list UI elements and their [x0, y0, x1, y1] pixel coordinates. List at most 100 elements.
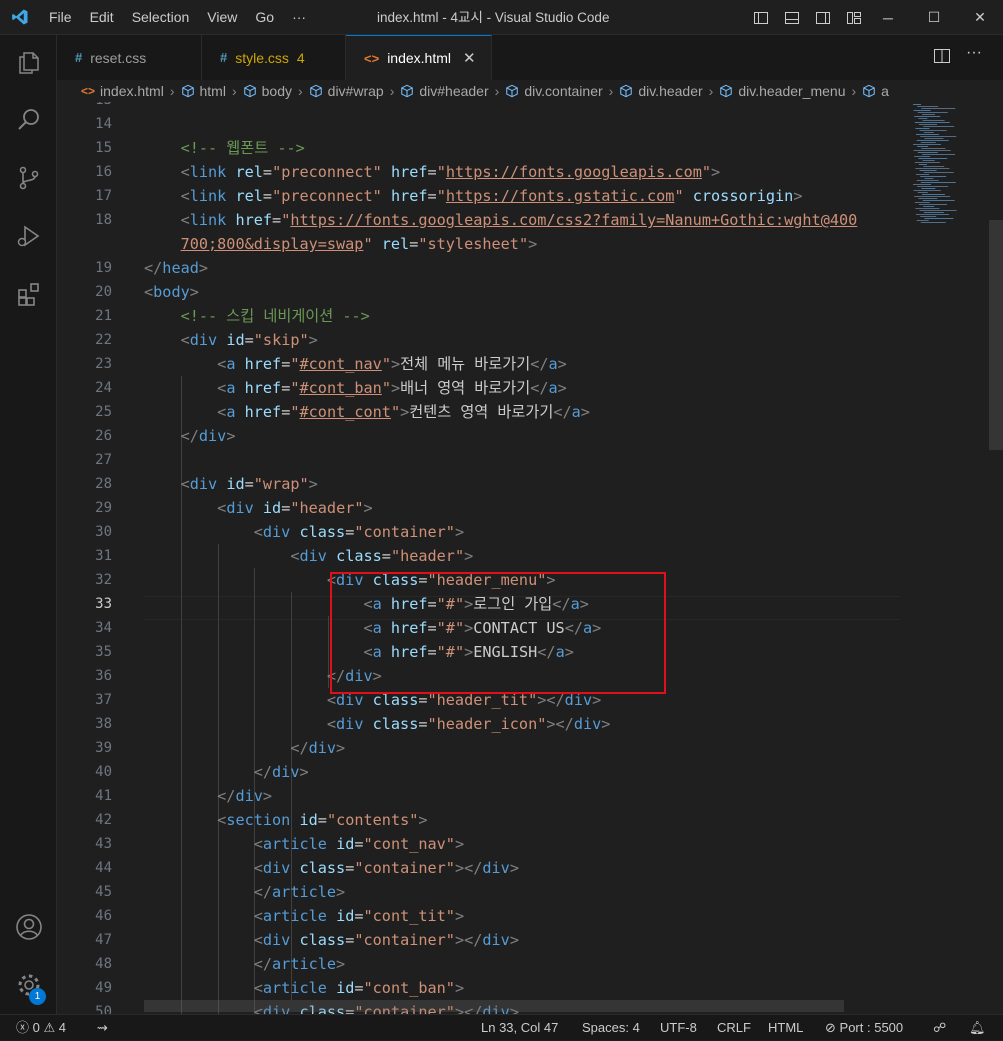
- problem-count-badge: 4: [296, 49, 305, 66]
- tab-label: style.css: [235, 49, 289, 66]
- code-line: </div>: [253, 763, 309, 781]
- code-line: <div id="skip">: [180, 331, 318, 349]
- breadcrumb-label: div.header: [638, 83, 703, 99]
- breadcrumb-label: div.header_menu: [738, 83, 846, 99]
- toggle-primary-sidebar-icon[interactable]: [745, 10, 776, 26]
- encoding[interactable]: UTF-8: [660, 1015, 697, 1041]
- explorer-icon[interactable]: [0, 39, 57, 87]
- code-line: </article>: [253, 883, 346, 901]
- code-line: <link href="https://fonts.googleapis.com…: [180, 211, 858, 229]
- breadcrumb-item[interactable]: › html: [164, 83, 226, 99]
- run-debug-icon[interactable]: [0, 212, 57, 260]
- element-cube-icon: [719, 84, 733, 98]
- line-number: 39: [95, 740, 112, 756]
- line-number: 15: [95, 140, 112, 156]
- breadcrumb-item[interactable]: › div#wrap: [292, 83, 384, 99]
- more-actions-icon[interactable]: ···: [966, 44, 982, 62]
- line-number: 35: [95, 644, 112, 660]
- code-line: </article>: [253, 955, 346, 973]
- toggle-secondary-sidebar-icon[interactable]: [807, 10, 838, 26]
- cursor-position[interactable]: Ln 33, Col 47: [481, 1015, 558, 1041]
- line-number: 13: [57, 102, 112, 112]
- menu-bar: File Edit Selection View Go ···: [40, 0, 315, 35]
- menu-item-more[interactable]: ···: [283, 0, 315, 35]
- code-line: <a href="#cont_cont">컨텐츠 영역 바로가기</a>: [217, 403, 590, 421]
- source-control-icon[interactable]: [0, 154, 57, 202]
- code-line: </div>: [290, 739, 346, 757]
- breadcrumb-label: div#wrap: [327, 83, 384, 99]
- chevron-right-icon: ›: [297, 83, 303, 99]
- breadcrumb-item[interactable]: › a: [846, 83, 889, 99]
- line-number: 16: [95, 164, 112, 180]
- code-line: <body>: [144, 283, 199, 301]
- notifications-bell-icon[interactable]: 🔔︎: [969, 1015, 986, 1041]
- warning-count: 4: [58, 1020, 67, 1035]
- close-icon[interactable]: ✕: [463, 49, 476, 67]
- indentation[interactable]: Spaces: 4: [582, 1015, 640, 1041]
- element-cube-icon: [862, 84, 876, 98]
- breadcrumb-item[interactable]: <> index.html: [81, 83, 164, 99]
- chevron-right-icon: ›: [169, 83, 175, 99]
- breadcrumb-item[interactable]: › div.header_menu: [703, 83, 846, 99]
- line-number: 41: [95, 788, 112, 804]
- live-server-port[interactable]: ⊘ Port : 5500: [825, 1015, 903, 1041]
- line-number: 46: [95, 908, 112, 924]
- vertical-scrollbar[interactable]: [989, 220, 1003, 450]
- code-line: <div id="wrap">: [180, 475, 318, 493]
- line-number: 45: [95, 884, 112, 900]
- element-cube-icon: [243, 84, 257, 98]
- line-number: 49: [95, 980, 112, 996]
- menu-item-selection[interactable]: Selection: [123, 0, 199, 35]
- line-number: 38: [95, 716, 112, 732]
- line-number: 25: [95, 404, 112, 420]
- tab-label: index.html: [387, 50, 451, 66]
- breadcrumb-label: div.container: [524, 83, 603, 99]
- problems-indicator[interactable]: ⓧ 0 ⚠ 4: [16, 1015, 66, 1041]
- code-line: <div class="container">: [253, 523, 465, 541]
- code-line: <div class="container"></div>: [253, 859, 519, 877]
- language-mode[interactable]: HTML: [768, 1015, 803, 1041]
- tab-reset-css[interactable]: # reset.css: [57, 35, 202, 80]
- search-icon[interactable]: [0, 96, 57, 144]
- line-number: 21: [95, 308, 112, 324]
- maximize-icon[interactable]: ☐: [911, 0, 957, 35]
- toggle-panel-icon[interactable]: [776, 10, 807, 26]
- split-editor-icon[interactable]: [933, 47, 951, 70]
- menu-item-file[interactable]: File: [40, 0, 81, 35]
- breadcrumb-item[interactable]: › div.header: [603, 83, 703, 99]
- horizontal-scrollbar[interactable]: [144, 1000, 844, 1012]
- line-number: 28: [95, 476, 112, 492]
- breadcrumb-item[interactable]: › body: [226, 83, 292, 99]
- code-editor[interactable]: 13 14 15 16 17 18 19 20 21 22 23 24 25 26 27 28 29 30 31 32…: [57, 102, 1003, 1014]
- menu-item-edit[interactable]: Edit: [81, 0, 123, 35]
- accounts-icon[interactable]: [0, 903, 57, 951]
- breadcrumb-label: a: [881, 83, 889, 99]
- manage-gear-icon[interactable]: 1: [0, 961, 57, 1009]
- breadcrumb: <> index.html › html › body › div#wrap › div#head…: [57, 80, 1003, 102]
- error-icon: ⓧ: [16, 1020, 30, 1035]
- menu-item-go[interactable]: Go: [246, 0, 283, 35]
- extensions-icon[interactable]: [0, 270, 57, 318]
- line-number: 30: [95, 524, 112, 540]
- line-number: 22: [95, 332, 112, 348]
- notification-badge: 1: [29, 988, 46, 1005]
- code-line: <div id="header">: [217, 499, 373, 517]
- line-number: 23: [95, 356, 112, 372]
- minimap[interactable]: [909, 102, 989, 242]
- breadcrumb-item[interactable]: › div.container: [489, 83, 603, 99]
- menu-item-view[interactable]: View: [198, 0, 246, 35]
- live-share-icon[interactable]: ⇝: [97, 1015, 108, 1041]
- line-number: 43: [95, 836, 112, 852]
- end-of-line[interactable]: CRLF: [717, 1015, 751, 1041]
- element-cube-icon: [400, 84, 414, 98]
- breadcrumb-item[interactable]: › div#header: [384, 83, 489, 99]
- highlight-annotation-box: [330, 572, 666, 694]
- element-cube-icon: [505, 84, 519, 98]
- feedback-icon[interactable]: ☍: [933, 1015, 946, 1041]
- tab-index-html[interactable]: <> index.html ✕: [346, 35, 492, 80]
- close-window-icon[interactable]: ✕: [957, 0, 1003, 35]
- tab-style-css[interactable]: # style.css 4: [202, 35, 346, 80]
- code-line: <div class="header">: [290, 547, 474, 565]
- minimize-icon[interactable]: ─: [865, 0, 911, 35]
- breadcrumb-label: div#header: [419, 83, 489, 99]
